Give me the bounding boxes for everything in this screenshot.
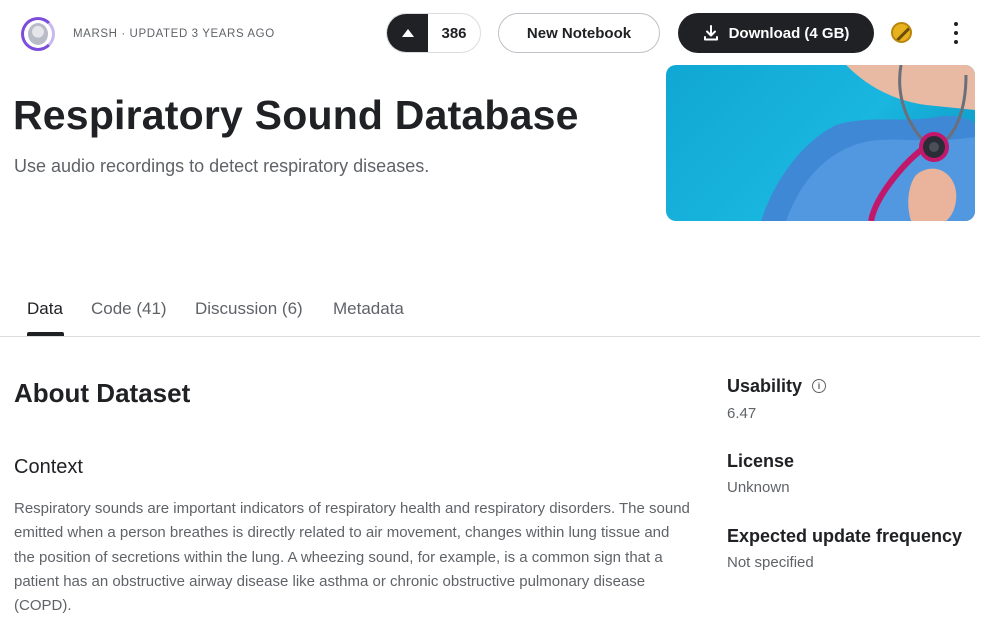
page-title: Respiratory Sound Database bbox=[13, 92, 579, 138]
download-icon bbox=[703, 25, 718, 41]
dataset-tabs: Data Code (41) Discussion (6) Metadata bbox=[0, 288, 980, 337]
active-tab-indicator bbox=[27, 332, 64, 336]
doctor-stethoscope-illustration bbox=[761, 65, 975, 221]
page-subtitle: Use audio recordings to detect respirato… bbox=[14, 156, 430, 176]
tab-discussion[interactable]: Discussion (6) bbox=[195, 299, 303, 319]
kebab-menu-icon[interactable] bbox=[946, 22, 966, 44]
license-value: Unknown bbox=[727, 479, 790, 496]
triangle-up-icon bbox=[401, 29, 414, 37]
download-button[interactable]: Download (4 GB) bbox=[678, 13, 874, 53]
upvote-button[interactable] bbox=[387, 14, 428, 52]
context-heading: Context bbox=[14, 456, 83, 478]
author-byline: MARSH · UPDATED 3 YEARS AGO bbox=[73, 28, 275, 40]
context-paragraph: Respiratory sounds are important indicat… bbox=[14, 500, 690, 615]
usability-label: Usability bbox=[727, 376, 803, 396]
tab-data[interactable]: Data bbox=[27, 299, 63, 319]
dataset-cover-image bbox=[666, 65, 975, 221]
new-notebook-button[interactable]: New Notebook bbox=[498, 13, 660, 53]
usability-value: 6.47 bbox=[727, 405, 757, 422]
tab-code[interactable]: Code (41) bbox=[91, 299, 167, 319]
avatar-image bbox=[28, 23, 48, 45]
upvote-widget: 386 bbox=[386, 13, 481, 53]
author-avatar[interactable] bbox=[21, 17, 55, 51]
license-label: License bbox=[727, 451, 795, 471]
update-frequency-value: Not specified bbox=[727, 554, 814, 571]
download-label: Download (4 GB) bbox=[728, 24, 850, 42]
medal-icon bbox=[891, 22, 912, 43]
vote-count: 386 bbox=[441, 24, 467, 42]
about-heading: About Dataset bbox=[14, 378, 191, 408]
tab-metadata[interactable]: Metadata bbox=[333, 299, 404, 319]
update-frequency-label: Expected update frequency bbox=[727, 526, 963, 546]
info-icon[interactable]: i bbox=[812, 379, 826, 393]
